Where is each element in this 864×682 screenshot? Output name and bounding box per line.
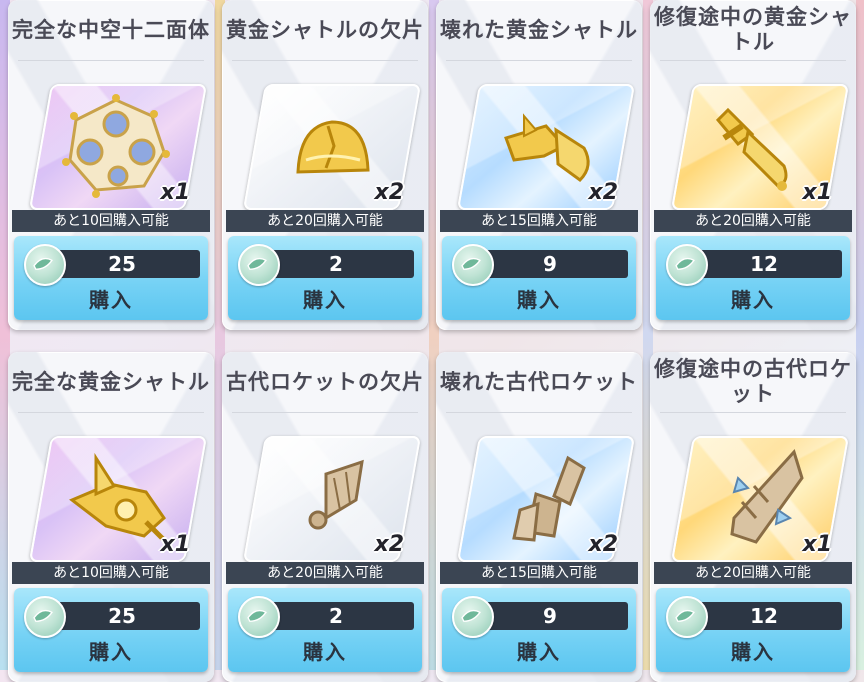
repairing-golden-shuttle-icon <box>715 107 788 191</box>
purchase-limit: あと20回購入可能 <box>226 562 424 584</box>
shop-item-card[interactable]: 黄金シャトルの欠片 x2 あと20回購入可能 2 購入 <box>222 0 428 330</box>
coin-icon <box>452 596 494 638</box>
buy-button[interactable]: 25 購入 <box>14 588 208 672</box>
coin-icon <box>24 596 66 638</box>
divider <box>232 60 418 61</box>
divider <box>18 60 204 61</box>
item-name: 壊れた古代ロケット <box>440 369 638 394</box>
divider <box>18 412 204 413</box>
coin-icon <box>452 244 494 286</box>
hollow-dodecahedron-icon <box>62 94 170 198</box>
price-value: 9 <box>472 250 628 278</box>
purchase-limit: あと15回購入可能 <box>440 562 638 584</box>
purchase-limit: あと15回購入可能 <box>440 210 638 232</box>
item-quantity: x1 <box>802 532 833 557</box>
coin-icon <box>238 244 280 286</box>
item-name: 完全な黄金シャトル <box>12 369 210 394</box>
shop-item-card[interactable]: 壊れた黄金シャトル x2 あと15回購入可能 9 購入 <box>436 0 642 330</box>
divider <box>660 412 846 413</box>
shop-item-card[interactable]: 完全な黄金シャトル x1 あと10回購入可能 25 購入 <box>8 352 214 682</box>
buy-button[interactable]: 12 購入 <box>656 588 850 672</box>
shop-item-grid: 完全な中空十二面体 x1 あと10回購入可能 25 購入 黄金シャトルの欠片 x2 あと20回… <box>0 0 864 682</box>
purchase-limit: あと20回購入可能 <box>654 210 852 232</box>
shop-item-card[interactable]: 修復途中の古代ロケット x1 あと20回購入可能 12 購入 <box>650 352 856 682</box>
item-quantity: x1 <box>802 180 833 205</box>
ancient-rocket-fragment-icon <box>308 459 364 530</box>
purchase-limit: あと20回購入可能 <box>654 562 852 584</box>
price-value: 9 <box>472 602 628 630</box>
buy-label: 購入 <box>89 640 133 664</box>
coin-icon <box>666 596 708 638</box>
divider <box>232 412 418 413</box>
shop-item-card[interactable]: 壊れた古代ロケット x2 あと15回購入可能 9 購入 <box>436 352 642 682</box>
shop-item-card[interactable]: 古代ロケットの欠片 x2 あと20回購入可能 2 購入 <box>222 352 428 682</box>
buy-label: 購入 <box>517 640 561 664</box>
golden-shuttle-fragment-icon <box>296 120 370 174</box>
item-name: 古代ロケットの欠片 <box>226 369 424 394</box>
price-value: 25 <box>44 250 200 278</box>
buy-label: 購入 <box>517 288 561 312</box>
buy-label: 購入 <box>731 288 775 312</box>
broken-golden-shuttle-icon <box>504 113 590 182</box>
divider <box>660 60 846 61</box>
item-quantity: x2 <box>588 180 619 205</box>
item-quantity: x2 <box>374 532 405 557</box>
divider <box>446 412 632 413</box>
buy-button[interactable]: 2 購入 <box>228 236 422 320</box>
buy-label: 購入 <box>303 640 347 664</box>
item-quantity: x2 <box>588 532 619 557</box>
buy-button[interactable]: 9 購入 <box>442 236 636 320</box>
complete-golden-shuttle-icon <box>69 452 168 544</box>
item-name: 壊れた黄金シャトル <box>440 17 638 42</box>
broken-ancient-rocket-icon <box>512 455 586 542</box>
purchase-limit: あと10回購入可能 <box>12 210 210 232</box>
price-value: 12 <box>686 602 842 630</box>
item-quantity: x1 <box>160 532 191 557</box>
buy-label: 購入 <box>731 640 775 664</box>
buy-button[interactable]: 25 購入 <box>14 236 208 320</box>
price-value: 25 <box>44 602 200 630</box>
price-value: 12 <box>686 250 842 278</box>
buy-button[interactable]: 12 購入 <box>656 236 850 320</box>
coin-icon <box>666 244 708 286</box>
item-name: 完全な中空十二面体 <box>12 17 210 42</box>
buy-label: 購入 <box>89 288 133 312</box>
price-value: 2 <box>258 602 414 630</box>
buy-button[interactable]: 2 購入 <box>228 588 422 672</box>
item-quantity: x2 <box>374 180 405 205</box>
shop-item-card[interactable]: 完全な中空十二面体 x1 あと10回購入可能 25 購入 <box>8 0 214 330</box>
item-quantity: x1 <box>160 180 191 205</box>
coin-icon <box>24 244 66 286</box>
purchase-limit: あと20回購入可能 <box>226 210 424 232</box>
item-name: 修復途中の黄金シャトル <box>654 5 852 54</box>
divider <box>446 60 632 61</box>
coin-icon <box>238 596 280 638</box>
buy-label: 購入 <box>303 288 347 312</box>
repairing-ancient-rocket-icon <box>730 449 804 544</box>
price-value: 2 <box>258 250 414 278</box>
purchase-limit: あと10回購入可能 <box>12 562 210 584</box>
shop-item-card[interactable]: 修復途中の黄金シャトル x1 あと20回購入可能 12 購入 <box>650 0 856 330</box>
item-name: 修復途中の古代ロケット <box>654 357 852 406</box>
buy-button[interactable]: 9 購入 <box>442 588 636 672</box>
item-name: 黄金シャトルの欠片 <box>226 17 424 42</box>
